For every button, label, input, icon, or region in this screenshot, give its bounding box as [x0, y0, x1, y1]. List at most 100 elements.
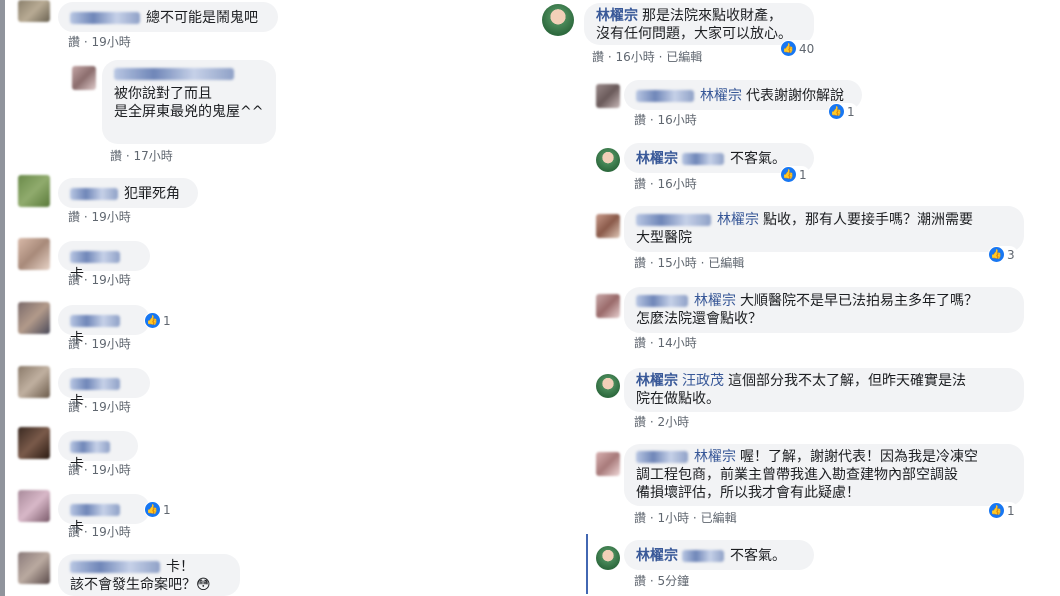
- like-link[interactable]: 讚: [68, 525, 80, 539]
- mention-tag[interactable]: 林櫂宗: [694, 449, 736, 465]
- thumbs-up-icon: 👍: [781, 41, 796, 56]
- comment-bubble: 林櫂宗 點收，那有人要接手嗎？潮洲需要 大型醫院: [624, 206, 1024, 252]
- thumbs-up-icon: 👍: [145, 313, 160, 328]
- avatar[interactable]: [18, 552, 50, 584]
- avatar[interactable]: [18, 302, 50, 334]
- comment-author[interactable]: 林櫂宗: [636, 151, 678, 167]
- comment-bubble: 卡: [58, 494, 150, 536]
- avatar[interactable]: [18, 238, 50, 270]
- comment-bubble: 被你說對了而且 是全屏東最兇的鬼屋^^: [102, 60, 276, 144]
- reaction-count[interactable]: 👍 3: [988, 246, 1018, 263]
- like-link[interactable]: 讚: [68, 400, 80, 414]
- comment-text: 怎麼法院還會點收？: [636, 311, 762, 327]
- like-link[interactable]: 讚: [68, 273, 80, 287]
- like-link[interactable]: 讚: [634, 113, 646, 127]
- comment-text: 被你說對了而且: [114, 86, 212, 102]
- avatar[interactable]: [18, 366, 50, 398]
- reaction-count[interactable]: 👍 1: [988, 502, 1018, 519]
- comment-text: 大型醫院: [636, 230, 692, 246]
- like-link[interactable]: 讚: [634, 256, 646, 270]
- mention-tag[interactable]: 林櫂宗: [694, 293, 736, 309]
- timestamp[interactable]: 19小時: [91, 337, 130, 351]
- avatar[interactable]: [18, 427, 50, 459]
- timestamp[interactable]: 19小時: [91, 210, 130, 224]
- comment-text: 代表謝謝你解說: [746, 88, 844, 104]
- blurred-username: [70, 251, 120, 263]
- blurred-username: [70, 12, 140, 24]
- comment-author[interactable]: 林櫂宗: [596, 8, 638, 24]
- like-link[interactable]: 讚: [110, 149, 122, 163]
- comment-text: 院在做點收。: [636, 391, 720, 407]
- timestamp[interactable]: 19小時: [91, 273, 130, 287]
- comment-bubble: 林櫂宗 代表謝謝你解說: [624, 80, 862, 110]
- comment-author[interactable]: 林櫂宗: [636, 373, 678, 389]
- mention-tag[interactable]: 汪政茂: [682, 373, 724, 389]
- like-link[interactable]: 讚: [68, 210, 80, 224]
- mention-tag[interactable]: 林櫂宗: [700, 88, 742, 104]
- like-link[interactable]: 讚: [634, 415, 646, 429]
- timestamp[interactable]: 19小時: [91, 400, 130, 414]
- blurred-username: [636, 295, 688, 307]
- edited-label: 已編輯: [700, 511, 737, 525]
- reaction-count[interactable]: 👍 40: [780, 40, 818, 57]
- timestamp[interactable]: 19小時: [91, 35, 130, 49]
- comment-text: 喔！了解，謝謝代表！因為我是冷凍空: [740, 449, 978, 465]
- timestamp[interactable]: 19小時: [91, 463, 130, 477]
- like-link[interactable]: 讚: [634, 177, 646, 191]
- thumbs-up-icon: 👍: [829, 104, 844, 119]
- timestamp[interactable]: 19小時: [91, 525, 130, 539]
- avatar[interactable]: [596, 84, 620, 108]
- blurred-username: [682, 153, 724, 165]
- avatar[interactable]: [596, 374, 620, 398]
- like-link[interactable]: 讚: [634, 511, 646, 525]
- thumbs-up-icon: 👍: [989, 503, 1004, 518]
- timestamp[interactable]: 16小時: [657, 177, 696, 191]
- timestamp[interactable]: 14小時: [657, 336, 696, 350]
- reaction-count[interactable]: 👍 1: [828, 103, 858, 120]
- comment-author[interactable]: 林櫂宗: [636, 548, 678, 564]
- comment-text: 那是法院來點收財產，: [642, 8, 782, 24]
- avatar[interactable]: [72, 66, 96, 90]
- avatar[interactable]: [596, 214, 620, 238]
- avatar[interactable]: [596, 148, 620, 172]
- timestamp[interactable]: 2小時: [657, 415, 689, 429]
- avatar[interactable]: [542, 4, 574, 36]
- blurred-username: [70, 441, 110, 453]
- comment-text: 卡！: [166, 559, 194, 575]
- timestamp[interactable]: 15小時: [657, 256, 696, 270]
- like-link[interactable]: 讚: [68, 35, 80, 49]
- reaction-count[interactable]: 👍 1: [144, 312, 174, 329]
- comment-text: 總不可能是鬧鬼吧: [146, 10, 258, 26]
- timestamp[interactable]: 5分鐘: [657, 574, 689, 588]
- comment-text: 不客氣。: [730, 548, 786, 564]
- comment-text: 點收，那有人要接手嗎？潮洲需要: [763, 212, 973, 228]
- avatar[interactable]: [596, 294, 620, 318]
- blurred-username: [70, 561, 160, 573]
- like-link[interactable]: 讚: [68, 463, 80, 477]
- comment-text: 犯罪死角: [124, 186, 180, 202]
- like-link[interactable]: 讚: [592, 50, 604, 64]
- like-link[interactable]: 讚: [634, 336, 646, 350]
- timestamp[interactable]: 16小時: [615, 50, 654, 64]
- mention-tag[interactable]: 林櫂宗: [717, 212, 759, 228]
- edited-label: 已編輯: [708, 256, 745, 270]
- avatar[interactable]: [18, 175, 50, 207]
- comment-bubble: 林櫂宗 大順醫院不是早已法拍易主多年了嗎？ 怎麼法院還會點收？: [624, 287, 1024, 333]
- blurred-username: [70, 315, 120, 327]
- avatar[interactable]: [596, 546, 620, 570]
- blurred-username: [636, 214, 711, 226]
- avatar[interactable]: [596, 452, 620, 476]
- like-link[interactable]: 讚: [68, 337, 80, 351]
- timestamp[interactable]: 17小時: [133, 149, 172, 163]
- thumbs-up-icon: 👍: [781, 167, 796, 182]
- avatar[interactable]: [18, 0, 50, 22]
- like-link[interactable]: 讚: [634, 574, 646, 588]
- avatar[interactable]: [18, 490, 50, 522]
- reaction-count[interactable]: 👍 1: [144, 501, 174, 518]
- comment-bubble: 總不可能是鬧鬼吧: [58, 2, 278, 32]
- timestamp[interactable]: 1小時: [657, 511, 689, 525]
- thumbs-up-icon: 👍: [989, 247, 1004, 262]
- blurred-username: [636, 90, 694, 102]
- timestamp[interactable]: 16小時: [657, 113, 696, 127]
- reaction-count[interactable]: 👍 1: [780, 166, 810, 183]
